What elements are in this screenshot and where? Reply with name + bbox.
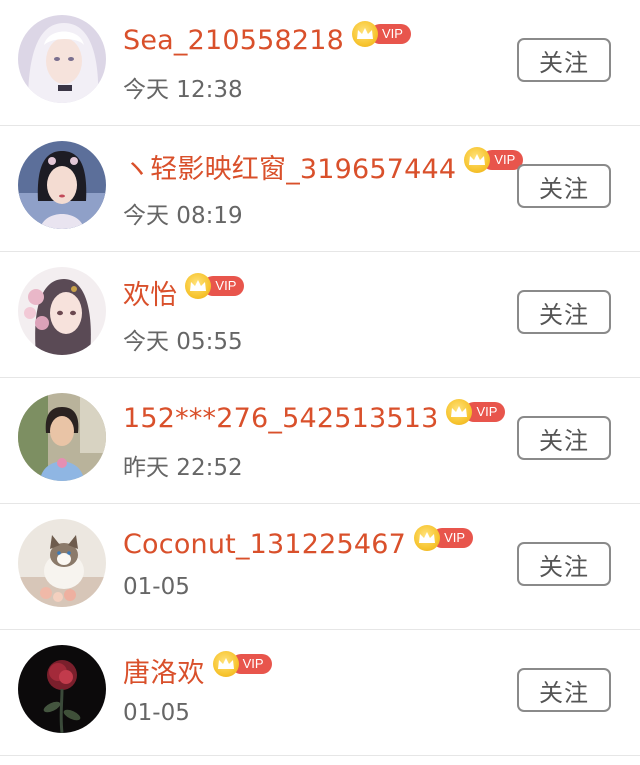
avatar[interactable]: [18, 141, 106, 229]
vip-badge: VIP: [212, 651, 272, 677]
vip-badge: VIP: [464, 147, 524, 173]
username[interactable]: 152***276_542513513: [123, 403, 438, 434]
follow-button[interactable]: 关注: [517, 290, 611, 334]
crown-icon: [212, 651, 239, 677]
follow-button[interactable]: 关注: [517, 668, 611, 712]
vip-badge: VIP: [352, 21, 411, 47]
list-item[interactable]: ヽ轻影映红窗_319657444 VIP 今天 08:19 关注: [0, 126, 640, 252]
cat-photo-avatar-icon: [18, 519, 106, 607]
vip-badge: VIP: [185, 273, 245, 299]
list-item[interactable]: Coconut_131225467 VIP 01-05 关注: [0, 504, 640, 630]
name-line: ヽ轻影映红窗_319657444 VIP: [123, 146, 524, 186]
username[interactable]: Coconut_131225467: [123, 529, 406, 560]
avatar[interactable]: [18, 519, 106, 607]
avatar[interactable]: [18, 645, 106, 733]
list-item[interactable]: 唐洛欢 VIP 01-05 关注: [0, 630, 640, 756]
crown-icon: [464, 147, 491, 173]
username[interactable]: ヽ轻影映红窗_319657444: [123, 147, 456, 186]
username[interactable]: 欢怡: [123, 273, 177, 312]
list-item[interactable]: Sea_210558218 VIP 今天 12:38 关注: [0, 0, 640, 126]
timestamp: 昨天 22:52: [123, 455, 243, 481]
anime-girl-flowers-avatar-icon: [18, 267, 106, 355]
name-line: 欢怡 VIP: [123, 272, 245, 312]
avatar[interactable]: [18, 15, 106, 103]
crown-icon: [352, 21, 378, 47]
vip-badge: VIP: [446, 399, 506, 425]
vip-badge: VIP: [414, 525, 474, 551]
crown-icon: [185, 273, 212, 299]
avatar[interactable]: [18, 393, 106, 481]
crown-icon: [446, 399, 473, 425]
avatar[interactable]: [18, 267, 106, 355]
follower-list: Sea_210558218 VIP 今天 12:38 关注 ヽ轻影映红窗_319…: [0, 0, 640, 756]
timestamp: 今天 12:38: [123, 77, 243, 103]
child-photo-avatar-icon: [18, 393, 106, 481]
timestamp: 01-05: [123, 700, 190, 726]
list-item[interactable]: 欢怡 VIP 今天 05:55 关注: [0, 252, 640, 378]
anime-girl-white-hair-avatar-icon: [18, 15, 106, 103]
timestamp: 今天 05:55: [123, 329, 243, 355]
crown-icon: [414, 525, 441, 551]
timestamp: 01-05: [123, 574, 190, 600]
timestamp: 今天 08:19: [123, 203, 243, 229]
follow-button[interactable]: 关注: [517, 416, 611, 460]
follow-button[interactable]: 关注: [517, 38, 611, 82]
list-item[interactable]: 152***276_542513513 VIP 昨天 22:52 关注: [0, 378, 640, 504]
follow-button[interactable]: 关注: [517, 164, 611, 208]
name-line: Coconut_131225467 VIP: [123, 524, 474, 564]
name-line: 唐洛欢 VIP: [123, 650, 272, 690]
username[interactable]: Sea_210558218: [123, 25, 344, 56]
username[interactable]: 唐洛欢: [123, 651, 205, 690]
follow-button[interactable]: 关注: [517, 542, 611, 586]
costume-woman-avatar-icon: [18, 141, 106, 229]
red-rose-avatar-icon: [18, 645, 106, 733]
name-line: Sea_210558218 VIP: [123, 20, 411, 60]
name-line: 152***276_542513513 VIP: [123, 398, 506, 438]
